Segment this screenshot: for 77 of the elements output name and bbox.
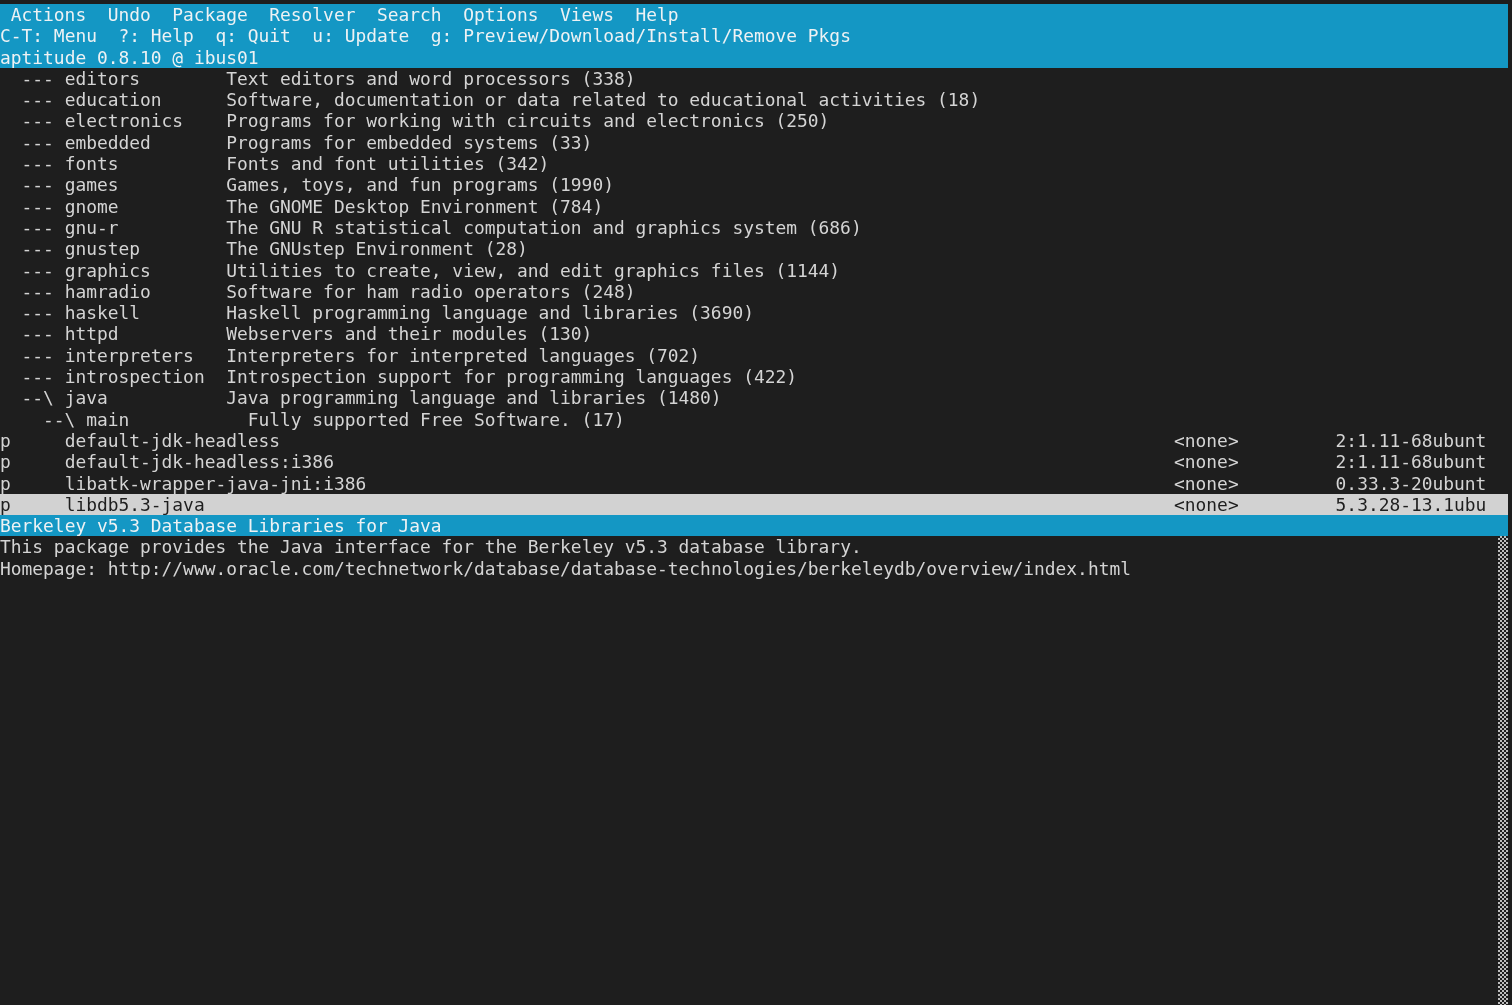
category-description: The GNOME Desktop Environment (784) <box>226 195 604 217</box>
candidate-version: 0.33.3-20ubunt <box>1335 472 1487 494</box>
category-name[interactable]: games <box>64 174 119 196</box>
category-name[interactable]: introspection <box>64 366 205 388</box>
category-name[interactable]: interpreters <box>64 344 194 366</box>
tree-marker[interactable]: --- <box>21 67 54 89</box>
package-row[interactable]: p libdb5.3-java <none> 5.3.28-13.1ubu <box>0 493 1508 516</box>
category-description: Interpreters for interpreted languages (702) <box>226 344 701 367</box>
category-description: Fonts and font utilities (342) <box>226 153 550 175</box>
package-state: p <box>0 429 11 451</box>
installed-version: <none> <box>1174 493 1239 515</box>
category-description: Utilities to create, view, and edit graphics files (1144) <box>226 259 841 281</box>
scrollbar[interactable] <box>1498 536 1508 1005</box>
category-description: Fully supported Free Software. (17) <box>247 408 625 430</box>
category-name[interactable]: haskell <box>64 302 141 324</box>
tree-marker[interactable]: --- <box>21 344 54 366</box>
package-row[interactable]: p default-jdk-headless <none> 2:1.11-68ubunt <box>0 429 1508 452</box>
tree-marker[interactable]: --\ <box>43 408 76 430</box>
category-name[interactable]: education <box>64 89 162 111</box>
tree-marker[interactable]: --- <box>21 366 54 388</box>
package-state: p <box>0 451 11 473</box>
package-name: default-jdk-headless:i386 <box>64 451 334 473</box>
tree-marker[interactable]: --- <box>21 302 54 324</box>
category-name[interactable]: gnustep <box>64 238 141 260</box>
category-name[interactable]: gnu-r <box>64 216 119 238</box>
tree-marker[interactable]: --- <box>21 216 54 238</box>
category-description: Introspection support for programming languages (422) <box>226 366 798 388</box>
package-state: p <box>0 493 11 515</box>
category-description: Software for ham radio operators (248) <box>226 280 636 303</box>
category-description: The GNU R statistical computation and graphics system (686) <box>226 216 862 239</box>
tree-marker[interactable]: --\ <box>21 387 54 409</box>
category-name[interactable]: httpd <box>64 323 119 345</box>
package-row[interactable]: p default-jdk-headless:i386 <none> 2:1.11-68ubunt <box>0 451 1508 473</box>
package-name: libdb5.3-java <box>64 493 205 515</box>
category-name[interactable]: embedded <box>64 131 151 153</box>
tree-marker[interactable]: --- <box>21 110 54 132</box>
category-name[interactable]: editors <box>64 67 141 89</box>
category-name[interactable]: main <box>86 408 130 430</box>
package-name: libatk-wrapper-java-jni:i386 <box>64 472 367 494</box>
tree-marker[interactable]: --- <box>21 238 54 260</box>
category-name[interactable]: gnome <box>64 195 119 217</box>
category-description: Programs for working with circuits and electronics (250) <box>226 110 830 132</box>
shortcut-hint: C-T: Menu ?: Help q: Quit u: Update g: Preview/Download/Install/Remove Pkgs <box>0 25 851 47</box>
category-name[interactable]: java <box>64 387 108 409</box>
package-row[interactable]: p libatk-wrapper-java-jni:i386 <none> 0.33.3-20ubunt <box>0 472 1508 494</box>
tree-marker[interactable]: --- <box>21 131 54 153</box>
installed-version: <none> <box>1174 451 1239 473</box>
app-title: aptitude 0.8.10 @ ibus01 <box>0 46 259 68</box>
category-name[interactable]: hamradio <box>64 280 151 302</box>
category-name[interactable]: graphics <box>64 259 151 281</box>
tree-marker[interactable]: --- <box>21 89 54 111</box>
category-description: Games, toys, and fun programs (1990) <box>226 174 614 196</box>
candidate-version: 2:1.11-68ubunt <box>1335 429 1487 451</box>
tree-marker[interactable]: --- <box>21 280 54 302</box>
category-description: Java programming language and libraries (1480) <box>226 387 722 409</box>
tree-marker[interactable]: --- <box>21 195 54 217</box>
category-description: Programs for embedded systems (33) <box>226 131 593 154</box>
category-name[interactable]: fonts <box>64 153 119 175</box>
description-text: This package provides the Java interface for the Berkeley v5.3 database library. <box>0 536 862 558</box>
description-text: Homepage: http://www.oracle.com/technetwork/database/database-technologies/berkeleydb/overview/index.html <box>0 557 1131 579</box>
installed-version: <none> <box>1174 472 1239 494</box>
tree-marker[interactable]: --- <box>21 323 54 345</box>
tree-marker[interactable]: --- <box>21 153 54 175</box>
candidate-version: 2:1.11-68ubunt <box>1335 451 1487 473</box>
category-description: Text editors and word processors (338) <box>226 67 636 90</box>
category-description: Webservers and their modules (130) <box>226 323 593 345</box>
installed-version: <none> <box>1174 429 1239 451</box>
package-name: default-jdk-headless <box>64 429 281 451</box>
package-state: p <box>0 472 11 494</box>
category-description: Software, documentation or data related to educational activities (18) <box>226 89 981 111</box>
tree-marker[interactable]: --- <box>21 259 54 281</box>
candidate-version: 5.3.28-13.1ubu <box>1335 493 1487 515</box>
category-name[interactable]: electronics <box>64 110 184 132</box>
tree-marker[interactable]: --- <box>21 174 54 196</box>
category-description: Haskell programming language and libraries (3690) <box>226 302 754 324</box>
package-summary: Berkeley v5.3 Database Libraries for Java <box>0 515 442 537</box>
category-description: The GNUstep Environment (28) <box>226 238 528 260</box>
